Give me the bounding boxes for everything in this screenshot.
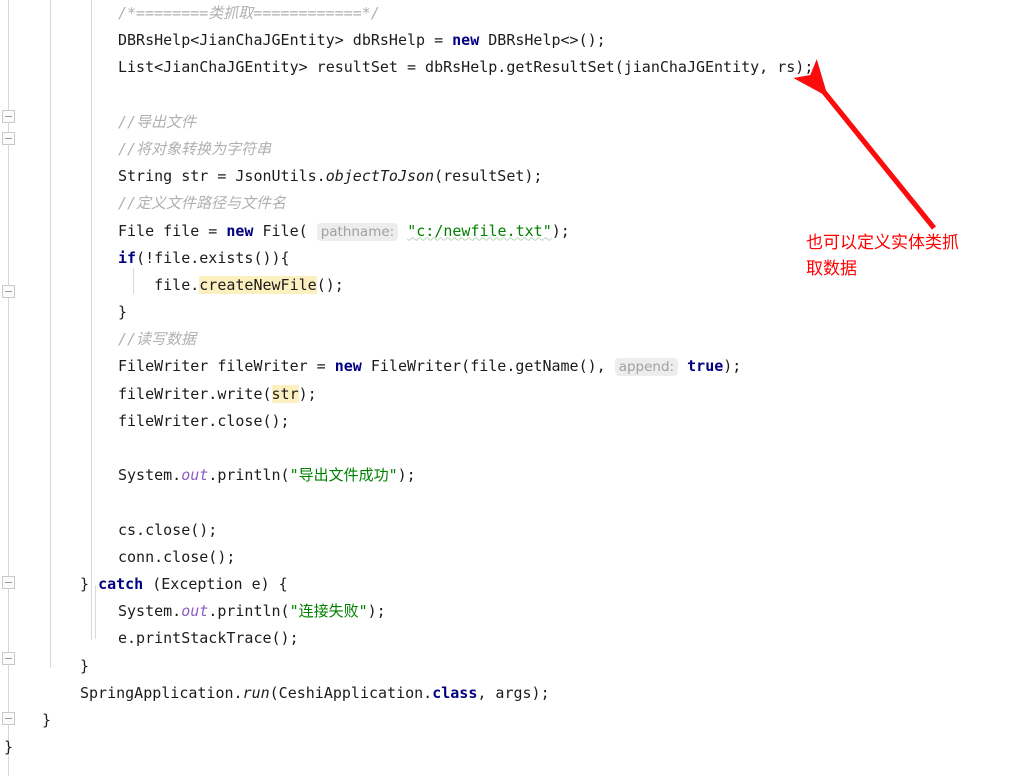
code-line[interactable]: } [0,734,1020,761]
code-token: run [242,683,270,702]
code-line[interactable]: } [0,299,1020,326]
code-line[interactable] [0,489,1020,516]
code-token: class [432,683,478,702]
code-line[interactable]: //定义文件路径与文件名 [0,190,1020,217]
code-token: append: [614,358,679,377]
code-token: SpringApplication. [80,683,243,702]
code-token: fileWriter.write( [118,384,272,403]
code-token: (!file.exists()){ [136,248,290,267]
code-token: "连接失败" [289,602,368,621]
code-token: System. [118,466,182,485]
code-line[interactable]: //导出文件 [0,109,1020,136]
code-token: System. [118,602,182,621]
code-line[interactable]: DBRsHelp<JianChaJGEntity> dbRsHelp = new… [0,27,1020,54]
code-token: "导出文件成功" [289,466,398,485]
code-token: FileWriter fileWriter = [118,357,335,376]
code-token: , args); [477,683,550,702]
code-line[interactable]: File file = new File( pathname: "c:/newf… [0,218,1020,245]
code-token: String str = JsonUtils. [118,167,326,186]
code-token: } [4,738,14,757]
code-line[interactable]: conn.close(); [0,544,1020,571]
code-token: ); [367,602,386,621]
code-token: conn.close(); [118,547,236,566]
code-token: new [226,221,254,240]
code-token: //导出文件 [118,112,197,131]
code-token: cs.close(); [118,520,218,539]
code-token: ); [723,357,742,376]
code-line[interactable]: } catch (Exception e) { [0,571,1020,598]
code-token: (Exception e) { [143,574,288,593]
code-token: List<JianChaJGEntity> resultSet = dbRsHe… [118,58,814,77]
code-editor[interactable]: /*========类抓取============*/ DBRsHelp<Jian… [0,0,1020,776]
code-token: File( [253,221,317,240]
code-token: } [118,303,128,322]
code-line[interactable]: System.out.println("导出文件成功"); [0,462,1020,489]
code-token: } [80,574,99,593]
code-line[interactable]: e.printStackTrace(); [0,625,1020,652]
code-token: //读写数据 [118,330,197,349]
code-token: if [118,248,137,267]
code-token: DBRsHelp<>(); [479,31,606,50]
code-line[interactable]: //将对象转换为字符串 [0,136,1020,163]
code-line[interactable]: if(!file.exists()){ [0,245,1020,272]
code-line[interactable]: //读写数据 [0,326,1020,353]
code-line[interactable]: fileWriter.write(str); [0,381,1020,408]
code-token: "c:/newfile.txt" [407,221,552,240]
code-line[interactable]: FileWriter fileWriter = new FileWriter(f… [0,353,1020,380]
code-line[interactable]: System.out.println("连接失败"); [0,598,1020,625]
code-token: file. [118,275,200,294]
code-line[interactable]: SpringApplication.run(CeshiApplication.c… [0,680,1020,707]
code-token: File file = [118,221,227,240]
code-token: (CeshiApplication. [269,683,433,702]
code-token: //将对象转换为字符串 [118,139,272,158]
code-line[interactable]: /*========类抓取============*/ [0,0,1020,27]
code-line[interactable]: } [0,653,1020,680]
code-token: new [452,31,480,50]
code-token: new [334,357,362,376]
code-token: /*========类抓取============*/ [118,4,380,22]
code-token: objectToJson [325,167,435,186]
code-line[interactable]: } [0,707,1020,734]
code-token: ); [298,384,317,403]
code-text-area[interactable]: /*========类抓取============*/ DBRsHelp<Jian… [0,0,1020,761]
code-token: } [80,656,90,675]
code-token: catch [98,574,144,593]
code-token: FileWriter(file.getName(), [361,357,615,376]
code-token: fileWriter.close(); [118,411,290,430]
code-token: e.printStackTrace(); [118,629,299,648]
code-token: (resultSet); [434,167,543,186]
code-token: out [181,466,209,485]
code-line[interactable]: cs.close(); [0,517,1020,544]
code-token: str [271,384,299,403]
code-token: .println( [208,466,290,485]
code-token: //定义文件路径与文件名 [118,194,287,213]
code-token: ); [551,221,570,240]
code-token: .println( [208,602,290,621]
code-line[interactable]: file.createNewFile(); [0,272,1020,299]
code-token: (); [316,275,344,294]
code-line[interactable]: String str = JsonUtils.objectToJson(resu… [0,163,1020,190]
code-line[interactable]: fileWriter.close(); [0,408,1020,435]
code-token: pathname: [316,222,399,241]
code-token: createNewFile [199,275,317,294]
code-line[interactable] [0,435,1020,462]
code-token: true [687,357,724,376]
code-token: DBRsHelp<JianChaJGEntity> dbRsHelp = [118,31,453,50]
code-line[interactable] [0,82,1020,109]
code-token: ); [397,466,416,485]
code-token: out [181,602,209,621]
code-token: } [42,710,52,729]
code-line[interactable]: List<JianChaJGEntity> resultSet = dbRsHe… [0,54,1020,81]
